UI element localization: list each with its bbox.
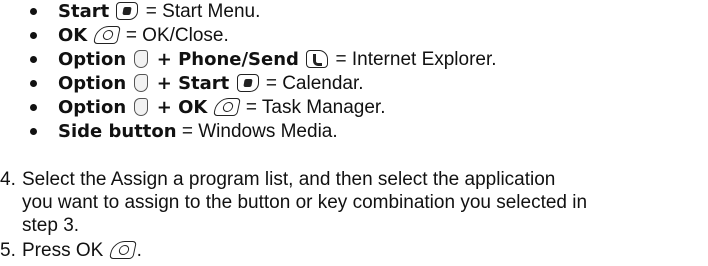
list-item: Option + Start = Calendar. (28, 72, 497, 96)
step-4: 4. Select the Assign a program list, and … (0, 168, 587, 237)
numbered-steps: 4. Select the Assign a program list, and … (0, 168, 587, 237)
step-5: 5. Press OK . (0, 239, 142, 262)
step-text-end: . (136, 240, 142, 261)
step-number: 4. (0, 169, 16, 190)
list-item: Option + OK = Task Manager. (28, 96, 497, 120)
option-key-icon (134, 98, 149, 116)
document-page: Start = Start Menu. OK = OK/Close. Optio… (0, 0, 708, 266)
ok-key-icon (212, 98, 241, 116)
key-name: + OK (156, 97, 208, 118)
start-key-icon (116, 2, 139, 20)
key-name: + Start (156, 73, 230, 94)
key-description: = Calendar. (265, 73, 364, 94)
option-key-icon (134, 74, 149, 92)
key-description: = Task Manager. (245, 97, 386, 118)
phone-send-key-icon (306, 50, 329, 68)
step-text-line: you want to assign to the button or key … (22, 192, 588, 213)
key-description: = Windows Media. (181, 121, 338, 142)
key-description: = Internet Explorer. (335, 49, 497, 70)
step-text-line: Select the Assign a program list, and th… (22, 169, 556, 190)
key-name: Option (58, 97, 127, 118)
list-item: Start = Start Menu. (28, 0, 497, 24)
list-item: OK = OK/Close. (28, 24, 497, 48)
ok-key-icon (108, 241, 137, 259)
key-name: OK (58, 25, 88, 46)
bullet-dot (30, 56, 37, 63)
bullet-dot (30, 128, 37, 135)
button-assignment-list: Start = Start Menu. OK = OK/Close. Optio… (28, 0, 497, 144)
step-text-line: step 3. (22, 215, 80, 236)
key-name: Start (58, 1, 110, 22)
key-description: = Start Menu. (145, 1, 261, 22)
key-name: + Phone/Send (156, 49, 299, 70)
bullet-dot (30, 8, 37, 15)
bullet-dot (30, 80, 37, 87)
ok-key-icon (92, 26, 121, 44)
key-name: Option (58, 49, 127, 70)
step-text: Press OK (22, 240, 104, 261)
key-name: Side button (58, 121, 177, 142)
start-key-icon (236, 74, 259, 92)
option-key-icon (134, 50, 149, 68)
list-item: Side button = Windows Media. (28, 120, 497, 144)
key-description: = OK/Close. (125, 25, 229, 46)
bullet-dot (30, 32, 37, 39)
bullet-dot (30, 104, 37, 111)
step-number: 5. (0, 240, 16, 261)
key-name: Option (58, 73, 127, 94)
list-item: Option + Phone/Send = Internet Explorer. (28, 48, 497, 72)
